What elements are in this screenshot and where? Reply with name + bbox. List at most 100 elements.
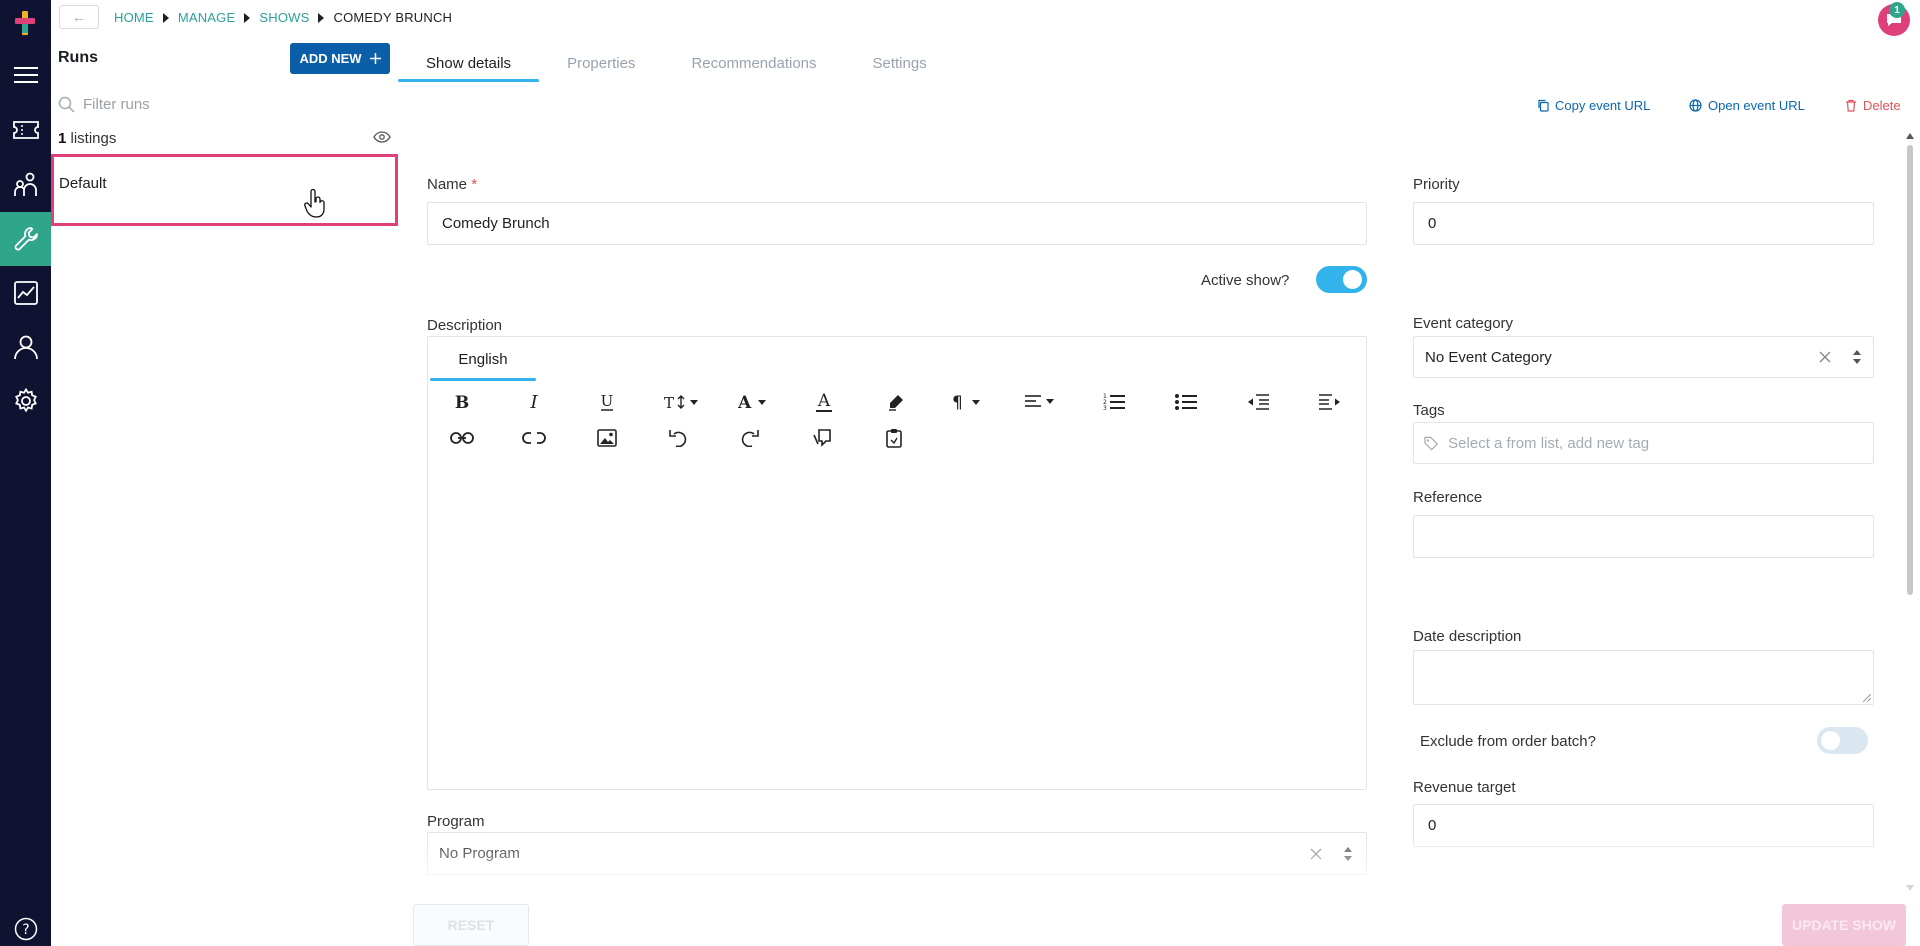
clear-x-icon[interactable] <box>1310 848 1322 860</box>
breadcrumb-separator-icon <box>244 12 251 23</box>
tab-show-details[interactable]: Show details <box>398 44 540 82</box>
program-select-controls <box>1310 846 1352 861</box>
logo-icon[interactable] <box>12 9 38 37</box>
svg-text:A: A <box>817 391 831 411</box>
resize-handle-icon[interactable] <box>1863 694 1871 702</box>
eye-icon[interactable] <box>373 131 391 143</box>
run-item-label: Default <box>59 175 107 192</box>
scrollbar-thumb[interactable] <box>1907 145 1913 595</box>
user-icon[interactable] <box>0 320 51 374</box>
required-marker: * <box>471 176 478 193</box>
runs-title: Runs <box>58 49 98 66</box>
event-category-value: No Event Category <box>1425 348 1552 366</box>
search-icon <box>58 96 75 113</box>
svg-text:I: I <box>529 393 538 411</box>
clear-x-icon[interactable] <box>1819 351 1831 363</box>
reset-button[interactable]: RESET <box>413 904 529 946</box>
breadcrumb-shows[interactable]: SHOWS <box>259 10 309 25</box>
filter-runs-input[interactable] <box>83 95 363 113</box>
trash-icon <box>1846 99 1856 112</box>
text-color-icon[interactable]: A <box>808 388 840 416</box>
add-new-label: ADD NEW <box>299 51 362 66</box>
help-icon[interactable]: ? <box>0 902 51 946</box>
date-description-textarea[interactable] <box>1413 650 1874 705</box>
ordered-list-icon[interactable]: 123 <box>1098 388 1130 416</box>
font-size-icon[interactable]: T <box>662 388 702 416</box>
reports-icon[interactable] <box>0 266 51 320</box>
underline-icon[interactable]: U <box>591 388 623 416</box>
breadcrumb-manage[interactable]: MANAGE <box>178 10 236 25</box>
program-select[interactable]: No Program <box>427 832 1367 875</box>
tags-input[interactable] <box>1448 434 1859 452</box>
name-input[interactable] <box>442 215 1352 232</box>
reference-input[interactable] <box>1428 528 1859 545</box>
tab-properties[interactable]: Properties <box>539 44 663 82</box>
revenue-target-field <box>1413 804 1874 847</box>
run-item-default[interactable]: Default <box>51 154 398 226</box>
back-button[interactable]: ← <box>59 5 99 29</box>
italic-icon[interactable]: I <box>518 388 550 416</box>
scroll-up-arrow-icon[interactable] <box>1906 132 1914 140</box>
highlight-icon[interactable] <box>880 388 912 416</box>
wrench-icon[interactable] <box>0 212 51 266</box>
svg-text:A: A <box>738 393 752 411</box>
event-category-select[interactable]: No Event Category <box>1413 336 1874 378</box>
globe-icon <box>1689 99 1702 112</box>
svg-text:?: ? <box>22 922 29 938</box>
editor-language-tab[interactable]: English <box>430 337 536 381</box>
scroll-down-arrow-icon[interactable] <box>1906 884 1914 892</box>
add-new-button[interactable]: ADD NEW <box>290 43 390 74</box>
people-icon[interactable] <box>0 158 51 212</box>
breadcrumb-current: COMEDY BRUNCH <box>333 10 453 25</box>
program-label: Program <box>427 813 485 830</box>
clean-formatting-icon[interactable] <box>806 424 838 452</box>
paste-clipboard-icon[interactable] <box>878 424 910 452</box>
paragraph-icon[interactable]: ¶ <box>948 388 988 416</box>
open-event-url-label: Open event URL <box>1708 98 1805 113</box>
bold-icon[interactable]: B <box>446 388 478 416</box>
toggle-knob <box>1821 731 1840 750</box>
priority-field <box>1413 202 1874 245</box>
active-show-label: Active show? <box>1201 272 1290 289</box>
copy-icon <box>1538 99 1549 112</box>
exclude-order-batch-label: Exclude from order batch? <box>1420 733 1596 750</box>
unlink-icon[interactable] <box>518 424 550 452</box>
delete-label: Delete <box>1863 98 1901 113</box>
event-category-label: Event category <box>1413 315 1514 332</box>
priority-input[interactable] <box>1428 215 1859 232</box>
tab-settings[interactable]: Settings <box>845 44 955 82</box>
ticket-icon[interactable] <box>0 103 51 157</box>
redo-icon[interactable] <box>734 424 766 452</box>
tab-recommendations[interactable]: Recommendations <box>663 44 844 82</box>
open-event-url-link[interactable]: Open event URL <box>1689 98 1805 113</box>
outdent-icon[interactable] <box>1242 388 1274 416</box>
undo-icon[interactable] <box>662 424 694 452</box>
breadcrumb-separator-icon <box>318 12 325 23</box>
settings-gear-icon[interactable] <box>0 374 51 428</box>
revenue-target-input[interactable] <box>1428 817 1859 834</box>
image-icon[interactable] <box>591 424 623 452</box>
exclude-order-batch-toggle[interactable] <box>1817 727 1868 754</box>
svg-text:3: 3 <box>1103 405 1107 411</box>
listings-count: 1 listings <box>58 130 116 147</box>
copy-event-url-link[interactable]: Copy event URL <box>1537 98 1650 113</box>
update-show-button[interactable]: UPDATE SHOW <box>1782 904 1906 946</box>
delete-link[interactable]: Delete <box>1845 98 1901 113</box>
menu-icon[interactable] <box>0 48 51 102</box>
sort-arrows-icon <box>1853 350 1861 364</box>
sort-arrows-icon <box>1344 846 1352 861</box>
bullet-list-icon[interactable] <box>1170 388 1202 416</box>
show-tabs: Show details Properties Recommendations … <box>398 44 955 82</box>
align-icon[interactable] <box>1021 388 1061 416</box>
breadcrumb-home[interactable]: HOME <box>114 10 154 25</box>
copy-event-url-label: Copy event URL <box>1555 98 1651 113</box>
left-navigation: ? <box>0 0 51 946</box>
description-label: Description <box>427 317 503 334</box>
program-value: No Program <box>439 845 520 862</box>
active-show-toggle[interactable] <box>1316 266 1367 293</box>
font-family-icon[interactable]: A <box>734 388 774 416</box>
tags-label: Tags <box>1413 402 1445 419</box>
link-icon[interactable] <box>446 424 478 452</box>
revenue-target-label: Revenue target <box>1413 779 1516 796</box>
indent-icon[interactable] <box>1314 388 1346 416</box>
